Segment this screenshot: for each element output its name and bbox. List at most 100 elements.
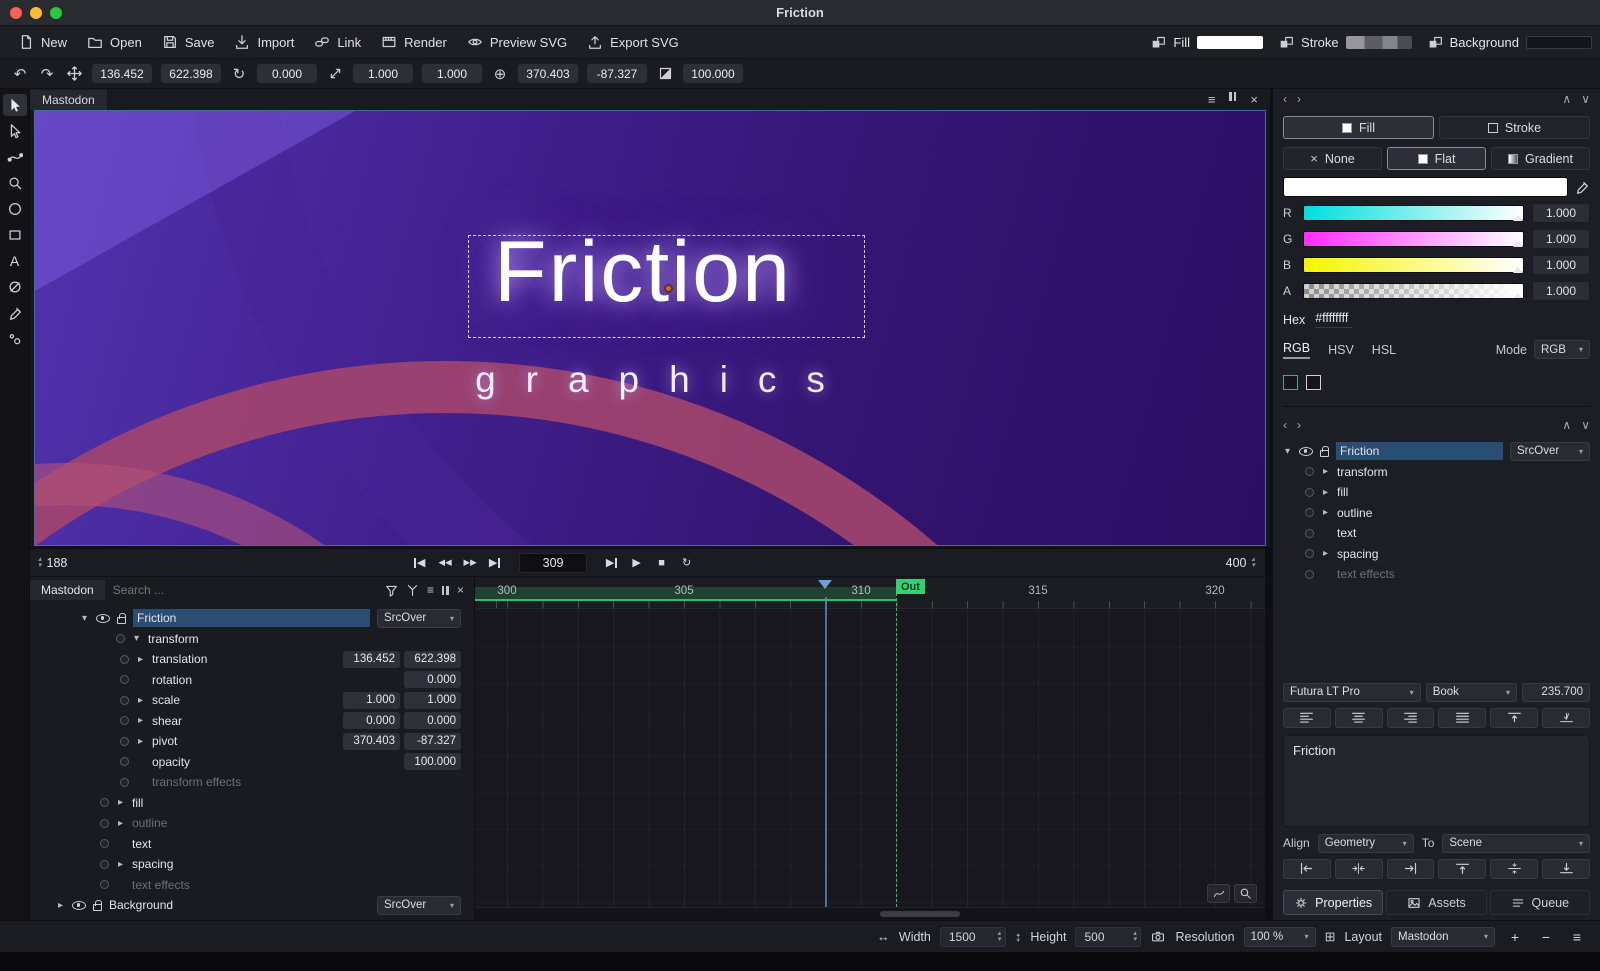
new-button[interactable]: New <box>8 29 77 55</box>
collapse-icon[interactable]: ▾ <box>132 633 141 644</box>
layout-menu-button[interactable]: ≡ <box>1566 927 1588 947</box>
timeline-tab-mastodon[interactable]: Mastodon <box>30 580 105 600</box>
text-valign-bottom-button[interactable] <box>1542 708 1590 728</box>
record-dot[interactable] <box>100 880 109 889</box>
value-field[interactable]: 100.000 <box>404 753 461 770</box>
render-button[interactable]: Render <box>371 29 457 55</box>
fill-color-swatch[interactable] <box>1197 36 1263 49</box>
preview-svg-button[interactable]: Preview SVG <box>457 29 577 55</box>
align-pivot-dropdown[interactable]: Geometry▾ <box>1318 834 1414 853</box>
scrollbar-thumb[interactable] <box>880 911 960 917</box>
align-top-edge-button[interactable] <box>1438 859 1486 879</box>
record-dot[interactable] <box>120 757 129 766</box>
skip-to-end-button[interactable]: ▶ <box>482 553 507 573</box>
align-relative-dropdown[interactable]: Scene▾ <box>1442 834 1590 853</box>
stroke-tab[interactable]: Stroke <box>1439 116 1590 139</box>
expand-icon[interactable]: ▸ <box>136 654 145 665</box>
track-row-scale[interactable]: ▸ scale 1.0001.000 <box>30 690 474 711</box>
tab-assets[interactable]: Assets <box>1386 890 1486 915</box>
lock-icon[interactable] <box>1320 450 1329 457</box>
text-justify-button[interactable] <box>1438 708 1486 728</box>
value-field-y[interactable]: -87.327 <box>404 733 461 750</box>
mode-tab-rgb[interactable]: RGB <box>1283 341 1310 359</box>
play-button[interactable]: ▶ <box>624 553 649 573</box>
value-field-x[interactable]: 0.000 <box>343 712 400 729</box>
add-layout-button[interactable]: + <box>1504 927 1526 947</box>
record-dot[interactable] <box>100 839 109 848</box>
point-select-tool[interactable] <box>3 120 27 142</box>
record-dot[interactable] <box>120 737 129 746</box>
lock-icon[interactable] <box>93 904 102 911</box>
timeline-scrollbar[interactable] <box>475 907 1265 920</box>
stroke-color-control[interactable]: Stroke <box>1279 35 1412 50</box>
next-frame-button[interactable]: ▶▶ <box>457 553 482 573</box>
track-row-pivot[interactable]: ▸ pivot 370.403-87.327 <box>30 731 474 752</box>
canvas-close-icon[interactable]: × <box>1250 92 1258 107</box>
lock-icon[interactable] <box>117 617 126 624</box>
link-button[interactable]: Link <box>304 29 371 55</box>
opacity-field[interactable]: 100.000 <box>682 63 744 84</box>
background-color-swatch[interactable] <box>1526 36 1592 49</box>
object-select-tool[interactable] <box>3 94 27 116</box>
value-field[interactable]: 0.000 <box>404 671 461 688</box>
record-dot[interactable] <box>116 634 125 643</box>
expand-icon[interactable]: ▸ <box>116 859 125 870</box>
filter-icon[interactable] <box>385 584 398 597</box>
undo-button[interactable]: ↶ <box>10 65 30 83</box>
expand-icon[interactable]: ▸ <box>116 818 125 829</box>
color-bookmark-1[interactable] <box>1283 375 1298 390</box>
frame-max-spinner[interactable]: 400 ▴▾ <box>1226 556 1255 570</box>
green-channel-value[interactable]: 1.000 <box>1532 229 1590 249</box>
tree-collapse-up-icon[interactable]: ∧ <box>1562 418 1571 432</box>
merge-icon[interactable] <box>406 584 419 597</box>
import-button[interactable]: Import <box>224 29 304 55</box>
previous-frame-button[interactable]: ◀◀ <box>432 553 457 573</box>
spinner-arrows-icon[interactable]: ▴▾ <box>1251 557 1255 569</box>
timeline-close-icon[interactable]: × <box>457 583 464 597</box>
layout-dropdown[interactable]: Mastodon▾ <box>1391 927 1495 947</box>
alpha-channel-value[interactable]: 1.000 <box>1532 281 1590 301</box>
paint-pick-tool[interactable] <box>3 302 27 324</box>
stroke-color-swatch[interactable] <box>1346 36 1412 49</box>
object-row-friction[interactable]: ▾ Friction SrcOver▾ <box>1283 441 1590 462</box>
blend-mode-dropdown[interactable]: SrcOver▾ <box>377 896 461 915</box>
red-channel-slider[interactable] <box>1303 205 1524 221</box>
canvas-menu-icon[interactable]: ≡ <box>1208 92 1216 107</box>
frame-ruler[interactable]: 300 305 310 315 320 <box>475 577 1265 609</box>
blue-channel-value[interactable]: 1.000 <box>1532 255 1590 275</box>
object-row-spacing[interactable]: ▸ spacing <box>1283 544 1590 565</box>
record-dot[interactable] <box>120 675 129 684</box>
remove-layout-button[interactable]: − <box>1535 927 1557 947</box>
object-row-text[interactable]: text <box>1283 523 1590 544</box>
record-dot[interactable] <box>120 778 129 787</box>
font-family-dropdown[interactable]: Futura LT Pro▾ <box>1283 683 1421 702</box>
visibility-eye-icon[interactable] <box>96 614 110 623</box>
record-dot[interactable] <box>120 696 129 705</box>
frame-min-spinner[interactable]: ▴▾ 188 <box>38 556 67 570</box>
record-dot[interactable] <box>100 860 109 869</box>
expand-icon[interactable]: ▸ <box>1321 487 1330 498</box>
record-dot[interactable] <box>1305 570 1314 579</box>
scene-canvas[interactable]: Friction graphics <box>34 110 1266 546</box>
graph-mode-button[interactable] <box>1207 884 1230 903</box>
track-row-text[interactable]: text <box>30 834 474 855</box>
brush-settings-tool[interactable] <box>3 328 27 350</box>
value-field-y[interactable]: 1.000 <box>404 692 461 709</box>
collapse-icon[interactable]: ▾ <box>1283 446 1292 457</box>
null-object-tool[interactable] <box>3 276 27 298</box>
panel-collapse-up-icon[interactable]: ∧ <box>1562 92 1571 106</box>
fill-tab[interactable]: Fill <box>1283 116 1434 139</box>
text-valign-top-button[interactable] <box>1490 708 1538 728</box>
timeline-menu-icon[interactable]: ≡ <box>427 583 434 597</box>
save-button[interactable]: Save <box>152 29 225 55</box>
translation-y-field[interactable]: 622.398 <box>160 63 222 84</box>
record-dot[interactable] <box>1305 529 1314 538</box>
text-align-left-button[interactable] <box>1283 708 1331 728</box>
color-bookmark-2[interactable] <box>1306 375 1321 390</box>
track-row-transform-effects[interactable]: transform effects <box>30 772 474 793</box>
visibility-eye-icon[interactable] <box>1299 447 1313 456</box>
expand-icon[interactable]: ▸ <box>1321 507 1330 518</box>
value-field-x[interactable]: 136.452 <box>343 651 400 668</box>
visibility-eye-icon[interactable] <box>72 901 86 910</box>
path-tool[interactable] <box>3 146 27 168</box>
